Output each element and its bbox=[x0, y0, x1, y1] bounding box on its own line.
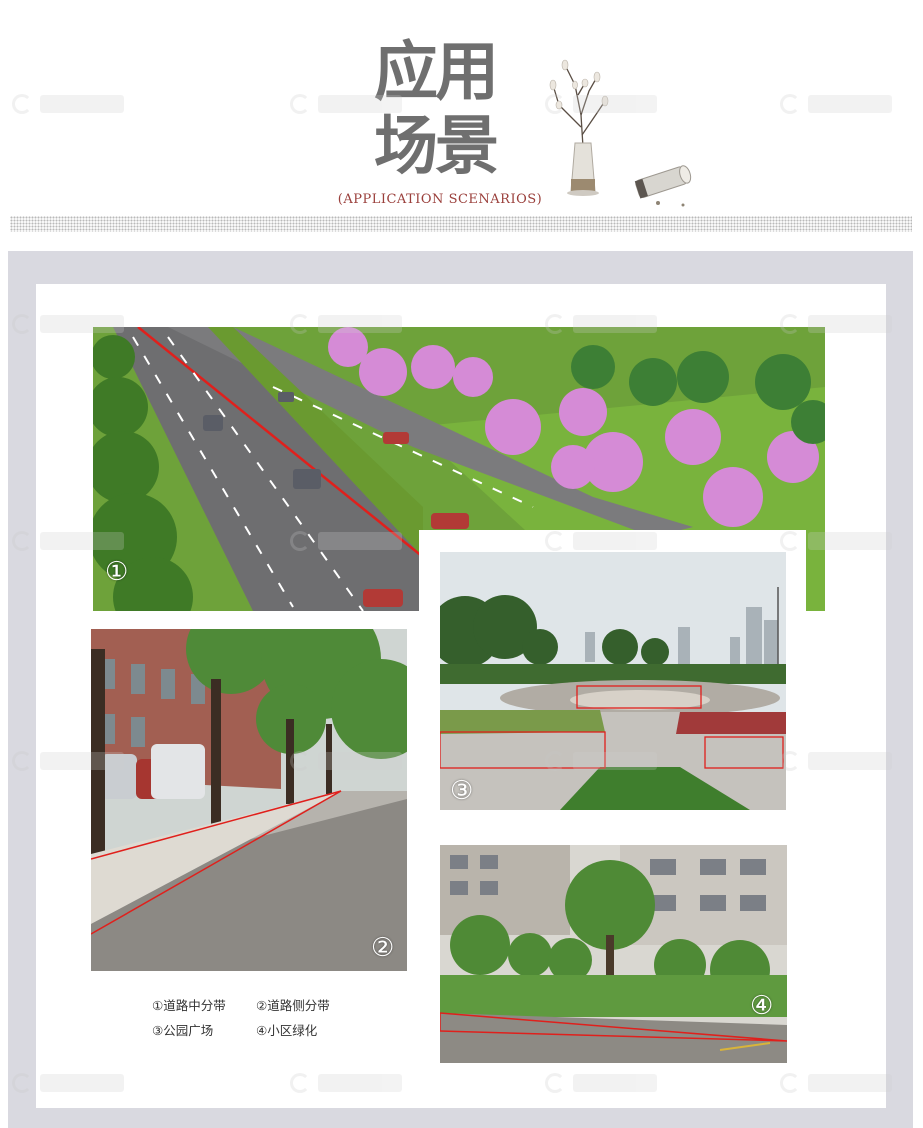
legend-item-park-plaza: ③公园广场 bbox=[152, 1023, 214, 1038]
legend-item-road-median: ①道路中分带 bbox=[152, 998, 226, 1013]
scenario-legend: ①道路中分带 ②道路侧分带 ③公园广场 ④小区绿化 bbox=[152, 993, 382, 1043]
header-dotted-divider bbox=[10, 216, 912, 232]
photo-number-4: ④ bbox=[750, 991, 774, 1021]
legend-row-2: ③公园广场 ④小区绿化 bbox=[152, 1018, 382, 1043]
legend-item-roadside-divider: ②道路侧分带 bbox=[255, 998, 330, 1013]
page-title-line-1: 应用 bbox=[374, 36, 499, 110]
page-title-line-2: 场景 bbox=[374, 110, 499, 184]
watermark-logo-icon bbox=[12, 93, 147, 115]
scenario-photo-residential-greening: ④ bbox=[440, 845, 787, 1063]
photo-number-3: ③ bbox=[450, 776, 474, 806]
photo-number-1: ① bbox=[105, 557, 129, 587]
scenario-photo-roadside-divider: ② bbox=[91, 629, 407, 971]
photo-number-2: ② bbox=[371, 933, 395, 963]
legend-item-residential-greening: ④小区绿化 bbox=[255, 1023, 318, 1038]
bamboo-tube-icon bbox=[634, 165, 692, 207]
legend-row-1: ①道路中分带 ②道路侧分带 bbox=[152, 993, 382, 1018]
vase-icon bbox=[549, 59, 609, 196]
page-subtitle: (APPLICATION SCENARIOS) bbox=[337, 192, 543, 207]
watermark-logo-icon bbox=[780, 93, 915, 115]
scenario-photo-park-plaza: ③ bbox=[440, 552, 786, 810]
